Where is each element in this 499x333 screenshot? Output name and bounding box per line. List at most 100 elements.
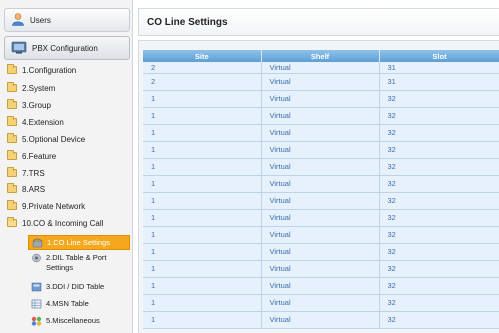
- nav-item-group[interactable]: 3.Group: [7, 98, 51, 112]
- cell-site: 1: [143, 107, 262, 125]
- dil-table-icon: [31, 253, 42, 263]
- users-label: Users: [30, 15, 51, 25]
- main-panel: CO Line Settings Site Shelf Slot 2 Virtua…: [134, 0, 499, 333]
- cell-shelf: Virtual: [261, 209, 380, 227]
- table-row[interactable]: 1 Virtual 32: [143, 158, 499, 176]
- sub-item-label: 5.Miscellaneous: [46, 316, 100, 325]
- table-row[interactable]: 1 Virtual 32: [143, 294, 499, 312]
- cell-site: 1: [143, 260, 262, 278]
- nav-item-label: 1.Configuration: [22, 65, 77, 75]
- folder-icon: [7, 183, 17, 193]
- folder-icon: [7, 64, 17, 74]
- table-row[interactable]: 2 Virtual 31: [143, 62, 499, 74]
- cell-shelf: Virtual: [261, 90, 380, 108]
- table-row[interactable]: 1 Virtual 32: [143, 311, 499, 329]
- cell-slot: 32: [379, 226, 499, 244]
- cell-slot: 32: [379, 260, 499, 278]
- folder-icon: [7, 99, 17, 109]
- sub-item-ddi-did-table[interactable]: 3.DDI / DID Table: [28, 282, 130, 292]
- cell-shelf: Virtual: [261, 141, 380, 159]
- title-bar: CO Line Settings: [138, 8, 499, 36]
- sub-item-label: 4.MSN Table: [46, 299, 89, 308]
- table-row[interactable]: 1 Virtual 32: [143, 192, 499, 210]
- cell-site: 2: [143, 62, 262, 74]
- nav-item-co-incoming-call[interactable]: 10.CO & Incoming Call: [7, 216, 103, 230]
- cell-site: 1: [143, 141, 262, 159]
- cell-site: 1: [143, 277, 262, 295]
- cell-slot: 32: [379, 192, 499, 210]
- table-row[interactable]: 1 Virtual 32: [143, 90, 499, 108]
- co-line-icon: [32, 238, 43, 248]
- table-row[interactable]: 1 Virtual 32: [143, 226, 499, 244]
- folder-icon: [7, 133, 17, 143]
- table-row[interactable]: 1 Virtual 32: [143, 260, 499, 278]
- sub-item-dil-table[interactable]: 2.DIL Table & Port Settings: [28, 253, 130, 277]
- cell-shelf: Virtual: [261, 73, 380, 91]
- cell-slot: 32: [379, 294, 499, 312]
- pbx-configuration-button[interactable]: PBX Configuration: [4, 36, 130, 60]
- nav-item-private-network[interactable]: 9.Private Network: [7, 199, 85, 213]
- nav-item-feature[interactable]: 6.Feature: [7, 149, 56, 163]
- nav-item-optional-device[interactable]: 5.Optional Device: [7, 132, 85, 146]
- table-row[interactable]: 1 Virtual 32: [143, 243, 499, 261]
- nav-item-trs[interactable]: 7.TRS: [7, 166, 45, 180]
- table-row[interactable]: 1 Virtual 32: [143, 277, 499, 295]
- nav-item-ars[interactable]: 8.ARS: [7, 182, 45, 196]
- cell-shelf: Virtual: [261, 311, 380, 329]
- nav-item-system[interactable]: 2.System: [7, 81, 55, 95]
- cell-shelf: Virtual: [261, 243, 380, 261]
- user-icon: [11, 12, 25, 28]
- cell-site: 1: [143, 209, 262, 227]
- cell-shelf: Virtual: [261, 158, 380, 176]
- cell-site: 1: [143, 90, 262, 108]
- cell-slot: 32: [379, 243, 499, 261]
- miscellaneous-icon: [31, 316, 42, 326]
- nav-item-label: 10.CO & Incoming Call: [22, 218, 104, 228]
- cell-slot: 32: [379, 277, 499, 295]
- cell-site: 1: [143, 226, 262, 244]
- nav-item-label: 2.System: [22, 83, 56, 93]
- ddi-table-icon: [31, 282, 42, 292]
- column-header-site[interactable]: Site: [143, 50, 262, 62]
- cell-site: 1: [143, 294, 262, 312]
- column-header-slot[interactable]: Slot: [379, 50, 499, 62]
- cell-slot: 32: [379, 107, 499, 125]
- sub-item-msn-table[interactable]: 4.MSN Table: [28, 299, 130, 309]
- cell-slot: 32: [379, 141, 499, 159]
- table-row[interactable]: 1 Virtual 32: [143, 175, 499, 193]
- folder-icon: [7, 167, 17, 177]
- cell-shelf: Virtual: [261, 260, 380, 278]
- table-body: 2 Virtual 31 2 Virtual 31 1 Virtual 32 1 Virtual 32…: [143, 62, 499, 329]
- folder-icon: [7, 150, 17, 160]
- cell-shelf: Virtual: [261, 62, 380, 74]
- table-row[interactable]: 1 Virtual 32: [143, 141, 499, 159]
- cell-site: 1: [143, 124, 262, 142]
- pbx-configuration-label: PBX Configuration: [32, 43, 98, 53]
- msn-table-icon: [31, 299, 42, 309]
- table-row[interactable]: 1 Virtual 32: [143, 124, 499, 142]
- nav-item-label: 8.ARS: [22, 184, 46, 194]
- nav-item-configuration[interactable]: 1.Configuration: [7, 63, 76, 77]
- table-row[interactable]: 1 Virtual 32: [143, 107, 499, 125]
- cell-slot: 32: [379, 175, 499, 193]
- folder-icon: [7, 82, 17, 92]
- nav-item-extension[interactable]: 4.Extension: [7, 115, 64, 129]
- cell-slot: 32: [379, 124, 499, 142]
- cell-site: 1: [143, 243, 262, 261]
- sub-item-co-line-settings[interactable]: 1.CO Line Settings: [28, 235, 130, 250]
- table-row[interactable]: 1 Virtual 32: [143, 209, 499, 227]
- column-header-shelf[interactable]: Shelf: [261, 50, 380, 62]
- folder-icon: [7, 116, 17, 126]
- users-button[interactable]: Users: [4, 8, 130, 32]
- folder-open-icon: [7, 217, 17, 227]
- co-line-table: Site Shelf Slot 2 Virtual 31 2 Virtual 31 1 Vir…: [143, 50, 499, 329]
- sub-item-label: 1.CO Line Settings: [47, 237, 110, 247]
- cell-slot: 32: [379, 209, 499, 227]
- cell-site: 1: [143, 311, 262, 329]
- cell-shelf: Virtual: [261, 192, 380, 210]
- sub-item-label: 3.DDI / DID Table: [46, 282, 105, 291]
- sub-item-miscellaneous[interactable]: 5.Miscellaneous: [28, 316, 130, 326]
- cell-shelf: Virtual: [261, 175, 380, 193]
- table-row[interactable]: 2 Virtual 31: [143, 73, 499, 91]
- nav-item-label: 6.Feature: [22, 151, 57, 161]
